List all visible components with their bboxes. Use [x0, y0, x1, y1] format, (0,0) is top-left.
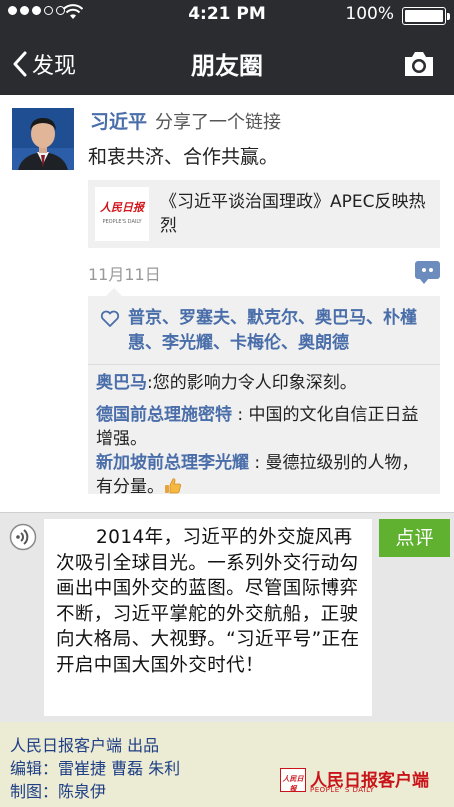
shared-link-card[interactable]: 人民日报 PEOPLE'S DAILY 《习近平谈治国理政》APEC反映热烈 [88, 180, 440, 248]
avatar[interactable] [12, 108, 74, 170]
moments-feed: 习近平 分享了一个链接 和衷共济、合作共赢。 人民日报 PEOPLE'S DAI… [0, 95, 454, 512]
comment-item[interactable]: 德国前总理施密特 : 中国的文化自信正日益增强。 [96, 403, 432, 451]
link-title: 《习近平谈治国理政》APEC反映热烈 [160, 192, 426, 236]
likes-row: 普京、罗塞夫、默克尔、奥巴马、朴槿惠、李光耀、卡梅伦、奥朗德 [100, 306, 430, 356]
battery-icon [402, 7, 446, 25]
comment-author[interactable]: 新加坡前总理李光耀 [96, 453, 249, 473]
post-date: 11月11日 [88, 265, 161, 284]
heart-icon [100, 310, 120, 327]
comment-author[interactable]: 奥巴马 [96, 373, 147, 393]
status-bar: 4:21 PM 100% [0, 4, 454, 26]
camera-icon[interactable] [402, 50, 436, 78]
credit-editors: 编辑：雷崔捷 曹磊 朱利 [10, 759, 181, 778]
battery-percent: 100% [345, 4, 394, 24]
comment-separator: : [232, 405, 249, 425]
link-thumb-sub: PEOPLE'S DAILY [102, 219, 142, 225]
brand-logo: 人民日报 人民日报客户端 PEOPLE' S DAILY [280, 766, 444, 796]
review-button[interactable]: 点评 [379, 519, 450, 557]
brand-badge-icon: 人民日报 [280, 768, 306, 793]
comment-menu-icon[interactable] [415, 261, 440, 284]
likes-names[interactable]: 普京、罗塞夫、默克尔、奥巴马、朴槿惠、李光耀、卡梅伦、奥朗德 [100, 306, 430, 356]
credit-graphics: 制图：陈泉伊 [10, 782, 107, 801]
post-text: 和衷共济、合作共赢。 [88, 146, 279, 168]
avatar-portrait-image [12, 108, 74, 170]
voice-icon[interactable] [9, 523, 37, 551]
comment-item[interactable]: 新加坡前总理李光耀 : 曼德拉级别的人物，有分量。 [96, 451, 432, 499]
link-thumbnail: 人民日报 PEOPLE'S DAILY [95, 187, 149, 241]
message-text: 2014年，习近平的外交旋风再次吸引全球目光。一系列外交行动勾画出中国外交的蓝图… [56, 527, 360, 676]
link-thumb-logo: 人民日报 [100, 201, 144, 214]
divider [88, 364, 440, 365]
thumbs-up-icon [165, 478, 181, 494]
top-bar: 4:21 PM 100% 发现 朋友圈 [0, 0, 454, 95]
credit-producer: 人民日报客户端 出品 [10, 736, 160, 755]
comment-separator: : [249, 453, 266, 473]
brand-sub: PEOPLE' S DAILY [310, 786, 375, 794]
post-action: 分享了一个链接 [155, 112, 281, 133]
comment-author[interactable]: 德国前总理施密特 [96, 405, 232, 425]
comment-text: 您的影响力令人印象深刻。 [152, 373, 357, 393]
credits-footer: 人民日报客户端 出品 编辑：雷崔捷 曹磊 朱利 制图：陈泉伊 人民日报 人民日报… [0, 722, 454, 807]
message-text-box[interactable]: 2014年，习近平的外交旋风再次吸引全球目光。一系列外交行动勾画出中国外交的蓝图… [44, 519, 372, 716]
likes-and-comments: 普京、罗塞夫、默克尔、奥巴马、朴槿惠、李光耀、卡梅伦、奥朗德 奥巴马:您的影响力… [88, 288, 440, 497]
comment-item[interactable]: 奥巴马:您的影响力令人印象深刻。 [96, 371, 432, 395]
message-area: 2014年，习近平的外交旋风再次吸引全球目光。一系列外交行动勾画出中国外交的蓝图… [0, 512, 454, 722]
post-author[interactable]: 习近平 [90, 107, 147, 134]
page-title: 朋友圈 [191, 52, 263, 80]
